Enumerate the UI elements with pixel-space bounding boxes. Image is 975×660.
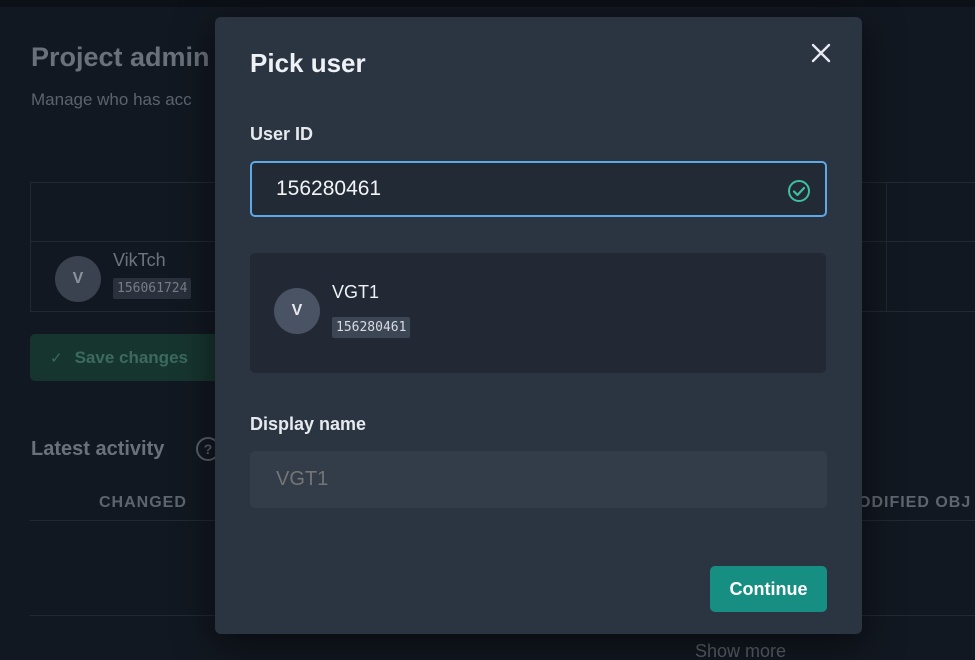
- user-id-field[interactable]: [250, 161, 827, 217]
- avatar: V: [274, 288, 320, 334]
- display-name-field[interactable]: [250, 451, 827, 508]
- user-name: VGT1: [332, 282, 380, 302]
- save-changes-label: Save changes: [74, 347, 188, 367]
- user-id-badge: 156280461: [332, 317, 411, 338]
- table-column-divider: [886, 183, 887, 311]
- page: Project admin Manage who has acc V VikTc…: [0, 0, 975, 660]
- user-id-label: User ID: [250, 124, 314, 144]
- continue-button[interactable]: Continue: [710, 566, 827, 612]
- latest-activity-heading: Latest activity: [31, 438, 165, 460]
- close-button[interactable]: [807, 39, 835, 67]
- page-title: Project admin: [31, 42, 210, 72]
- admin-name: VikTch: [113, 250, 166, 270]
- save-changes-button[interactable]: ✓ Save changes: [30, 334, 230, 381]
- avatar: V: [55, 256, 101, 302]
- check-circle-icon: [788, 180, 810, 202]
- close-icon: [811, 43, 831, 63]
- display-name-label: Display name: [250, 414, 367, 434]
- user-result-card[interactable]: V VGT1 156280461: [250, 253, 826, 373]
- admin-id: 156061724: [113, 278, 192, 299]
- show-more-link[interactable]: Show more: [695, 641, 786, 660]
- column-header-changed: CHANGED: [99, 494, 187, 511]
- dialog-title: Pick user: [250, 48, 366, 78]
- user-id-input[interactable]: [276, 177, 775, 201]
- check-icon: ✓: [50, 349, 63, 367]
- pick-user-dialog: Pick user User ID V VGT1 156280461 Displ…: [215, 17, 862, 634]
- top-bar: [0, 0, 975, 7]
- page-subtitle: Manage who has acc: [31, 90, 192, 109]
- display-name-input[interactable]: [276, 468, 827, 491]
- column-header-modified-object: ODIFIED OBJ: [858, 494, 972, 511]
